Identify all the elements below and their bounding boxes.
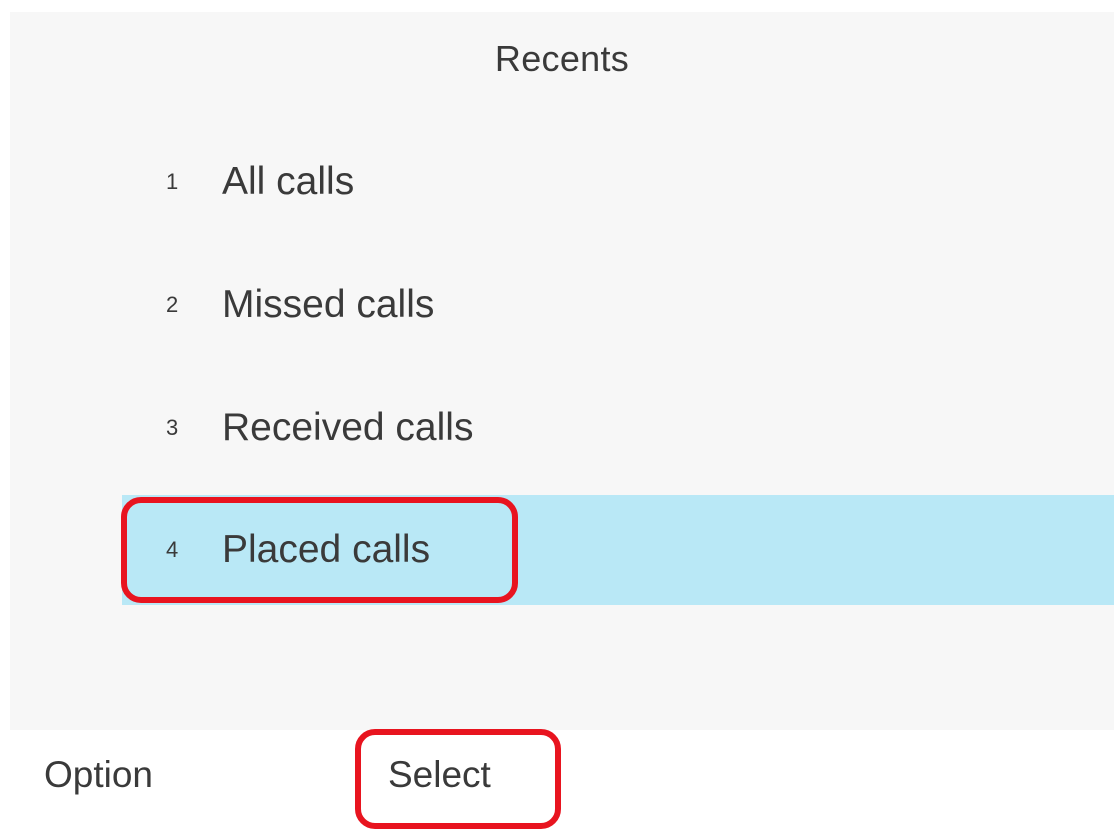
softkey-bar: Option Select: [0, 730, 1114, 825]
option-softkey[interactable]: Option: [44, 754, 153, 796]
menu-item-number: 2: [166, 292, 179, 317]
menu-item-label: All calls: [222, 160, 355, 203]
select-softkey[interactable]: Select: [388, 754, 491, 796]
phone-screen: Recents 1 All calls 2 Missed calls 3 Rec…: [10, 12, 1114, 730]
menu-item-number: 4: [166, 537, 179, 562]
menu-item-placed-calls[interactable]: 4 Placed calls: [122, 495, 1114, 605]
menu-item-received-calls[interactable]: 3 Received calls: [122, 373, 1114, 483]
menu-item-label: Missed calls: [222, 283, 435, 326]
recents-menu: 1 All calls 2 Missed calls 3 Received ca…: [10, 12, 1114, 730]
menu-item-label: Received calls: [222, 406, 474, 449]
menu-item-all-calls[interactable]: 1 All calls: [122, 127, 1114, 237]
menu-item-number: 1: [166, 169, 179, 194]
menu-item-missed-calls[interactable]: 2 Missed calls: [122, 250, 1114, 360]
menu-item-number: 3: [166, 415, 179, 440]
menu-item-label: Placed calls: [222, 528, 431, 571]
